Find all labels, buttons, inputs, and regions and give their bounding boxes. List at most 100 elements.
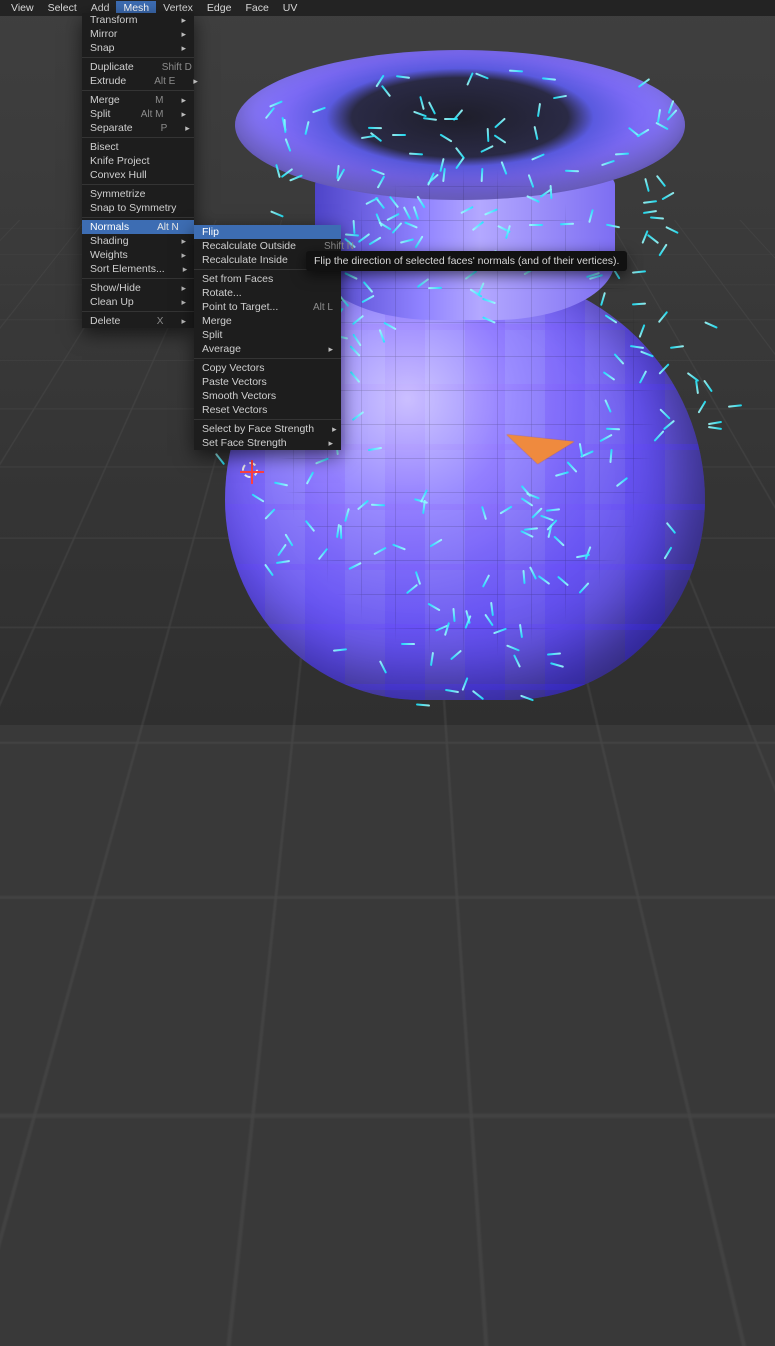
mesh-menu-item-duplicate[interactable]: DuplicateShift D: [82, 60, 194, 74]
normals-menu-item-point-to-target[interactable]: Point to Target... Alt L: [194, 300, 341, 314]
menu-item-shortcut: Alt L: [313, 301, 333, 314]
mesh-menu-item-weights[interactable]: Weights ▸: [82, 248, 194, 262]
normal-tick: [440, 134, 453, 143]
normals-menu-item-separator: [194, 358, 341, 359]
normals-menu-item-select-by-face-strength[interactable]: Select by Face Strength▸: [194, 422, 341, 436]
normal-tick: [427, 174, 439, 185]
normals-menu-item-merge[interactable]: Merge: [194, 314, 341, 328]
normal-tick: [531, 153, 545, 160]
mesh-menu-item-show-hide[interactable]: Show/Hide▸: [82, 281, 194, 295]
normal-tick: [337, 169, 346, 182]
menu-item-label: Weights: [90, 249, 128, 262]
normal-tick: [487, 128, 490, 142]
mesh-menu-item-convex-hull[interactable]: Convex Hull: [82, 168, 194, 182]
normal-tick: [365, 197, 378, 205]
normal-tick: [282, 117, 287, 131]
mesh-menu-item-sort-elements[interactable]: Sort Elements...▸: [82, 262, 194, 276]
normal-tick: [668, 100, 675, 114]
normal-tick: [553, 95, 567, 99]
mesh-menu[interactable]: Transform▸Mirror▸Snap▸DuplicateShift DEx…: [82, 13, 194, 328]
menu-item-shortcut: Alt E: [154, 75, 175, 88]
menu-item-label: Rotate...: [202, 287, 242, 300]
menu-item-label: Recalculate Inside: [202, 254, 288, 267]
menu-item-label: Knife Project: [90, 155, 150, 168]
mesh-menu-item-split[interactable]: SplitAlt M▸: [82, 107, 194, 121]
normal-tick: [389, 196, 399, 208]
normal-tick: [656, 175, 666, 187]
menubar-item-edge[interactable]: Edge: [200, 1, 239, 15]
normal-tick: [452, 109, 463, 121]
chevron-right-icon: ▸: [181, 249, 186, 262]
normal-tick: [396, 75, 410, 79]
menu-item-shortcut: Shift D: [162, 61, 192, 74]
chevron-right-icon: ▸: [185, 122, 190, 135]
tooltip: Flip the direction of selected faces' no…: [306, 251, 627, 271]
menu-item-label: Paste Vectors: [202, 376, 267, 389]
menu-item-label: Average: [202, 343, 241, 356]
mesh-menu-item-separator: [82, 184, 194, 185]
mesh-menu-item-separator: [82, 311, 194, 312]
normals-menu-item-set-from-faces[interactable]: Set from Faces: [194, 272, 341, 286]
normal-tick: [475, 72, 489, 79]
mesh-menu-item-knife-project[interactable]: Knife Project: [82, 154, 194, 168]
mesh-menu-item-snap-to-symmetry[interactable]: Snap to Symmetry: [82, 201, 194, 215]
normal-tick: [285, 138, 292, 152]
normal-tick: [370, 132, 382, 142]
normal-tick: [540, 188, 553, 198]
mesh-menu-item-merge[interactable]: MergeM▸: [82, 93, 194, 107]
normals-menu-item-paste-vectors[interactable]: Paste Vectors: [194, 375, 341, 389]
chevron-right-icon: ▸: [328, 343, 333, 356]
normals-menu-item-smooth-vectors[interactable]: Smooth Vectors: [194, 389, 341, 403]
normals-menu-item-copy-vectors[interactable]: Copy Vectors: [194, 361, 341, 375]
menu-item-shortcut: Alt M: [141, 108, 164, 121]
mesh-menu-item-bisect[interactable]: Bisect: [82, 140, 194, 154]
normals-menu-item-reset-vectors[interactable]: Reset Vectors: [194, 403, 341, 417]
menu-item-label: Mirror: [90, 28, 117, 41]
normal-tick: [481, 168, 484, 182]
normals-menu-item-split[interactable]: Split: [194, 328, 341, 342]
menubar-item-view[interactable]: View: [4, 1, 41, 15]
normals-menu-item-rotate[interactable]: Rotate...: [194, 286, 341, 300]
menubar-item-select[interactable]: Select: [41, 1, 84, 15]
menubar-item-uv[interactable]: UV: [276, 1, 305, 15]
normals-menu-item-separator: [194, 419, 341, 420]
normals-menu-item-average[interactable]: Average ▸: [194, 342, 341, 356]
normals-menu-item-flip[interactable]: Flip: [194, 225, 341, 239]
normal-tick: [455, 147, 465, 159]
normal-tick: [460, 205, 473, 213]
chevron-right-icon: ▸: [193, 75, 198, 88]
normal-tick: [376, 74, 385, 87]
normal-tick: [392, 134, 406, 136]
normal-tick: [480, 145, 493, 153]
normal-tick: [427, 172, 435, 186]
mesh-menu-item-snap[interactable]: Snap▸: [82, 41, 194, 55]
normal-tick: [428, 102, 436, 115]
normal-tick: [643, 201, 657, 205]
mesh-menu-item-shading[interactable]: Shading▸: [82, 234, 194, 248]
mesh-menu-item-separator: [82, 57, 194, 58]
normal-tick: [484, 208, 498, 215]
mesh-menu-item-transform[interactable]: Transform▸: [82, 13, 194, 27]
menu-item-label: Point to Target...: [202, 301, 278, 314]
mesh-menu-item-separator: [82, 217, 194, 218]
mesh-menu-item-normals[interactable]: NormalsAlt N▸: [82, 220, 194, 234]
normals-menu-item-set-face-strength[interactable]: Set Face Strength▸: [194, 436, 341, 450]
mesh-menu-item-separate[interactable]: SeparateP▸: [82, 121, 194, 135]
normal-tick: [275, 164, 281, 178]
normal-tick: [337, 165, 340, 179]
chevron-right-icon: ▸: [181, 14, 186, 27]
mesh-menu-item-clean-up[interactable]: Clean Up▸: [82, 295, 194, 309]
mesh-menu-item-delete[interactable]: DeleteX▸: [82, 314, 194, 328]
mesh-menu-item-symmetrize[interactable]: Symmetrize: [82, 187, 194, 201]
menubar-item-face[interactable]: Face: [238, 1, 275, 15]
mesh-menu-item-separator: [82, 278, 194, 279]
chevron-right-icon: ▸: [181, 235, 186, 248]
normal-tick: [265, 106, 275, 118]
normal-tick: [657, 109, 661, 123]
mesh-menu-item-extrude[interactable]: ExtrudeAlt E▸: [82, 74, 194, 88]
mesh-menu-item-mirror[interactable]: Mirror▸: [82, 27, 194, 41]
normal-tick: [442, 168, 446, 182]
normal-tick: [537, 103, 541, 117]
vase-rim: [235, 50, 685, 200]
menu-item-label: Sort Elements...: [90, 263, 165, 276]
